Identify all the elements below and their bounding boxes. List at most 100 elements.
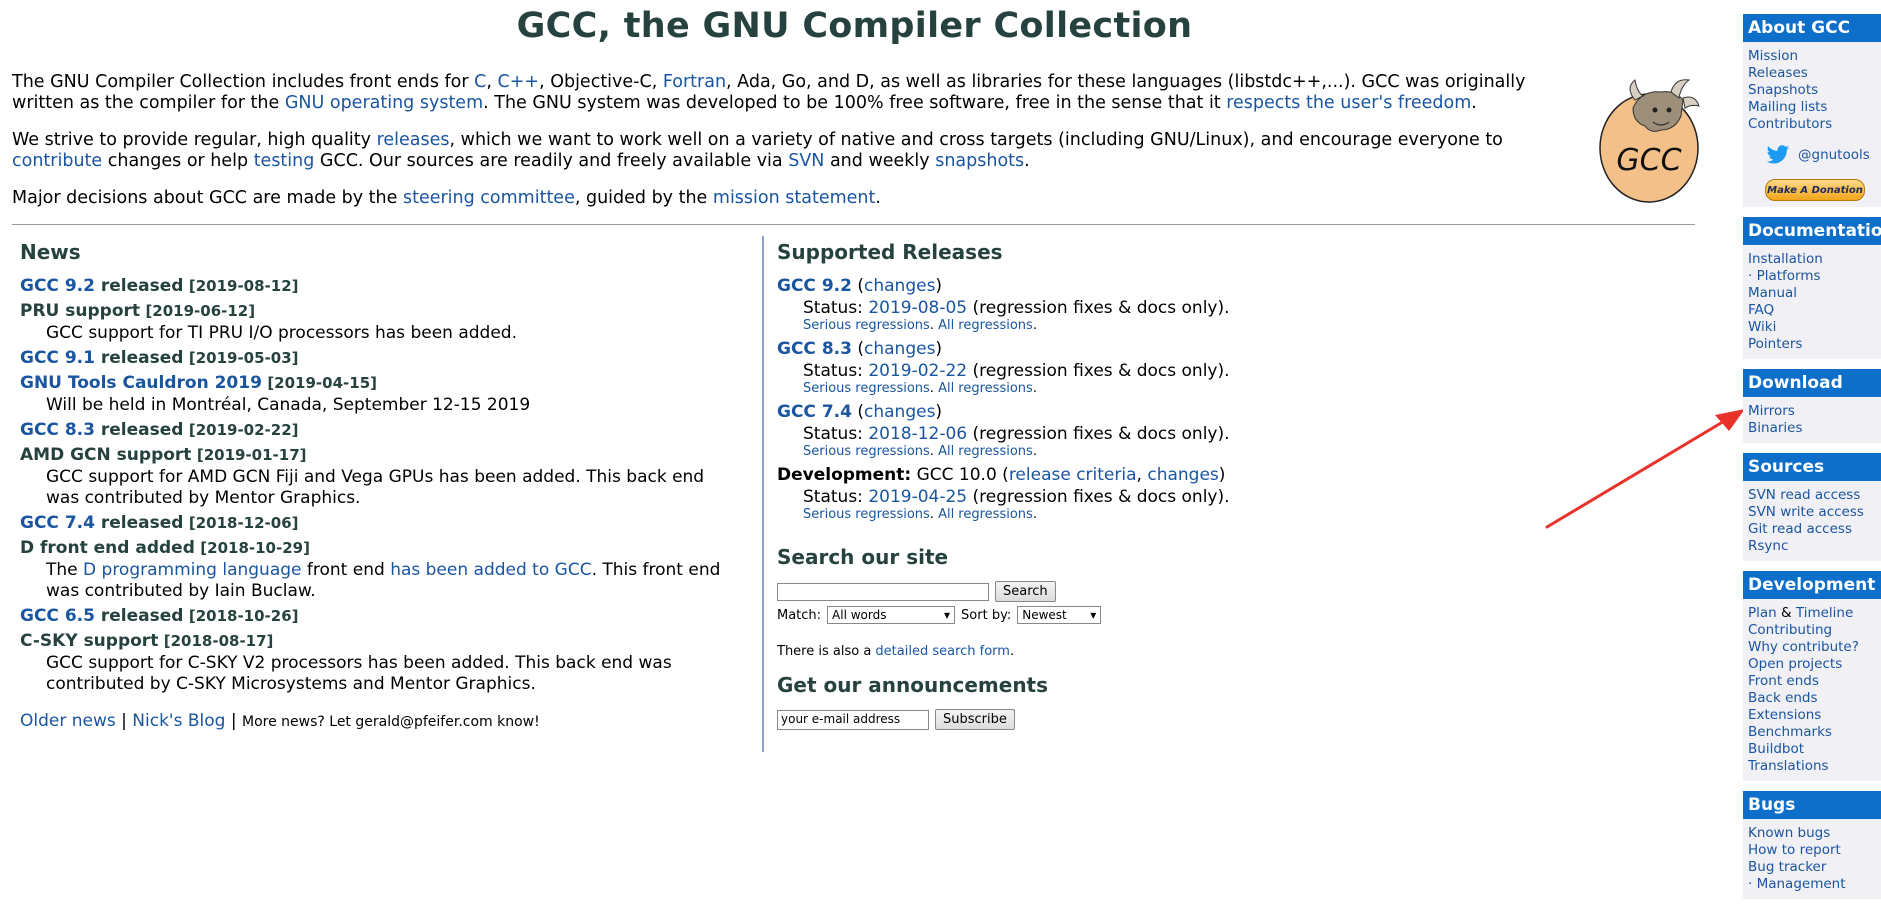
changes-link[interactable]: changes — [1147, 465, 1218, 485]
sidebar-item-binaries[interactable]: Binaries — [1748, 420, 1876, 437]
sidebar-item-faq[interactable]: FAQ — [1748, 302, 1876, 319]
all-regressions-link[interactable]: All regressions — [938, 444, 1033, 459]
link-snapshots[interactable]: snapshots — [935, 151, 1024, 171]
email-input[interactable]: your e-mail address — [777, 709, 929, 730]
more-news-text: More news? Let gerald@pfeifer.com know! — [242, 714, 540, 730]
sidebar-item-installation[interactable]: Installation — [1748, 251, 1876, 268]
subscribe-button[interactable]: Subscribe — [935, 709, 1015, 730]
news-link[interactable]: GCC 8.3 — [20, 420, 95, 440]
sidebar-item-mirrors[interactable]: Mirrors — [1748, 403, 1876, 420]
sidebar-item-git-read[interactable]: Git read access — [1748, 521, 1876, 538]
link-contribute[interactable]: contribute — [12, 151, 102, 171]
nicks-blog-link[interactable]: Nick's Blog — [132, 711, 225, 731]
sidebar-item-bug-tracker[interactable]: Bug tracker — [1748, 859, 1876, 876]
sidebar-section-about: About GCC Mission Releases Snapshots Mai… — [1743, 14, 1881, 207]
sidebar-item-contributing[interactable]: Contributing — [1748, 622, 1876, 639]
link-freedom[interactable]: respects the user's freedom — [1226, 93, 1471, 113]
sidebar-item-wiki[interactable]: Wiki — [1748, 319, 1876, 336]
sidebar-item-snapshots[interactable]: Snapshots — [1748, 82, 1876, 99]
link-gnu-os[interactable]: GNU operating system — [285, 93, 483, 113]
all-regressions-link[interactable]: All regressions — [938, 507, 1033, 522]
match-label: Match: — [777, 607, 822, 623]
news-link[interactable]: GCC 9.2 — [20, 276, 95, 296]
news-link[interactable]: GCC 6.5 — [20, 606, 95, 626]
sidebar-item-known-bugs[interactable]: Known bugs — [1748, 825, 1876, 842]
sidebar-item-buildbot[interactable]: Buildbot — [1748, 741, 1876, 758]
sidebar-item-timeline[interactable]: Timeline — [1796, 605, 1853, 621]
sidebar-item-management[interactable]: · Management — [1748, 876, 1876, 893]
sidebar-item-open-projects[interactable]: Open projects — [1748, 656, 1876, 673]
news-heading: News — [20, 240, 81, 264]
sidebar-item-back-ends[interactable]: Back ends — [1748, 690, 1876, 707]
status-date-link[interactable]: 2018-12-06 — [868, 424, 967, 444]
release-status: Status: 2019-02-22 (regression fixes & d… — [777, 361, 1447, 381]
text: . — [1471, 93, 1477, 113]
sidebar-item-why-contribute[interactable]: Why contribute? — [1748, 639, 1876, 656]
link-testing[interactable]: testing — [254, 151, 315, 171]
sidebar-section-download: Download Mirrors Binaries — [1743, 369, 1881, 443]
serious-regressions-link[interactable]: Serious regressions — [803, 444, 930, 459]
separator: | — [115, 711, 133, 731]
sidebar-item-translations[interactable]: Translations — [1748, 758, 1876, 775]
news-title: D front end added — [20, 538, 195, 558]
detailed-search-link[interactable]: detailed search form — [875, 644, 1010, 659]
sidebar-item-front-ends[interactable]: Front ends — [1748, 673, 1876, 690]
link-d-added[interactable]: has been added to GCC — [390, 560, 591, 580]
match-select[interactable]: All words ▾ — [827, 606, 956, 624]
sidebar-item-mission[interactable]: Mission — [1748, 48, 1876, 65]
sidebar-item-platforms[interactable]: · Platforms — [1748, 268, 1876, 285]
status-date-link[interactable]: 2019-08-05 — [868, 298, 967, 318]
sidebar-item-rsync[interactable]: Rsync — [1748, 538, 1876, 555]
link-steering-committee[interactable]: steering committee — [403, 188, 575, 208]
release-item: GCC 8.3 (changes) Status: 2019-02-22 (re… — [777, 339, 1447, 397]
link-mission-statement[interactable]: mission statement — [713, 188, 875, 208]
all-regressions-link[interactable]: All regressions — [938, 318, 1033, 333]
all-regressions-link[interactable]: All regressions — [938, 381, 1033, 396]
serious-regressions-link[interactable]: Serious regressions — [803, 381, 930, 396]
changes-link[interactable]: changes — [864, 402, 935, 422]
donate-button[interactable]: Make A Donation — [1765, 179, 1865, 201]
sidebar-item-how-to-report[interactable]: How to report — [1748, 842, 1876, 859]
sidebar-item-svn-write[interactable]: SVN write access — [1748, 504, 1876, 521]
sidebar-item-releases[interactable]: Releases — [1748, 65, 1876, 82]
search-button[interactable]: Search — [995, 581, 1056, 602]
sidebar-item-contributors[interactable]: Contributors — [1748, 116, 1876, 133]
text: (regression fixes & docs only). — [967, 487, 1230, 507]
sidebar-item-mailing-lists[interactable]: Mailing lists — [1748, 99, 1876, 116]
sidebar-item-extensions[interactable]: Extensions — [1748, 707, 1876, 724]
search-input[interactable] — [777, 582, 989, 601]
older-news-link[interactable]: Older news — [20, 711, 116, 731]
status-date-link[interactable]: 2019-02-22 — [868, 361, 967, 381]
release-criteria-link[interactable]: release criteria — [1009, 465, 1137, 485]
announcements-heading: Get our announcements — [777, 673, 1049, 697]
link-cpp[interactable]: C++ — [498, 72, 540, 92]
sidebar-item-plan[interactable]: Plan — [1748, 605, 1777, 621]
sidebar-item-pointers[interactable]: Pointers — [1748, 336, 1876, 353]
twitter-link[interactable]: @gnutools — [1748, 133, 1876, 175]
news-title: released — [94, 606, 184, 626]
link-releases[interactable]: releases — [377, 130, 450, 150]
sidebar-item-benchmarks[interactable]: Benchmarks — [1748, 724, 1876, 741]
news-link[interactable]: GCC 7.4 — [20, 513, 95, 533]
release-status: Status: 2019-04-25 (regression fixes & d… — [777, 487, 1447, 507]
changes-link[interactable]: changes — [864, 339, 935, 359]
sidebar-heading: Documentation — [1743, 217, 1881, 245]
news-link[interactable]: GNU Tools Cauldron 2019 — [20, 373, 262, 393]
status-date-link[interactable]: 2019-04-25 — [868, 487, 967, 507]
serious-regressions-link[interactable]: Serious regressions — [803, 318, 930, 333]
changes-link[interactable]: changes — [864, 276, 935, 296]
link-svn[interactable]: SVN — [788, 151, 824, 171]
sidebar-item-svn-read[interactable]: SVN read access — [1748, 487, 1876, 504]
link-c[interactable]: C — [474, 72, 486, 92]
sidebar-item-manual[interactable]: Manual — [1748, 285, 1876, 302]
link-d-language[interactable]: D programming language — [83, 560, 301, 580]
release-link[interactable]: GCC 8.3 — [777, 339, 852, 359]
sort-select[interactable]: Newest ▾ — [1017, 606, 1102, 624]
release-link[interactable]: GCC 7.4 — [777, 402, 852, 422]
news-item: GCC 8.3 released [2019-02-22] — [20, 420, 740, 441]
serious-regressions-link[interactable]: Serious regressions — [803, 507, 930, 522]
link-fortran[interactable]: Fortran — [663, 72, 726, 92]
news-link[interactable]: GCC 9.1 — [20, 348, 95, 368]
release-link[interactable]: GCC 9.2 — [777, 276, 852, 296]
text: front end — [301, 560, 391, 580]
